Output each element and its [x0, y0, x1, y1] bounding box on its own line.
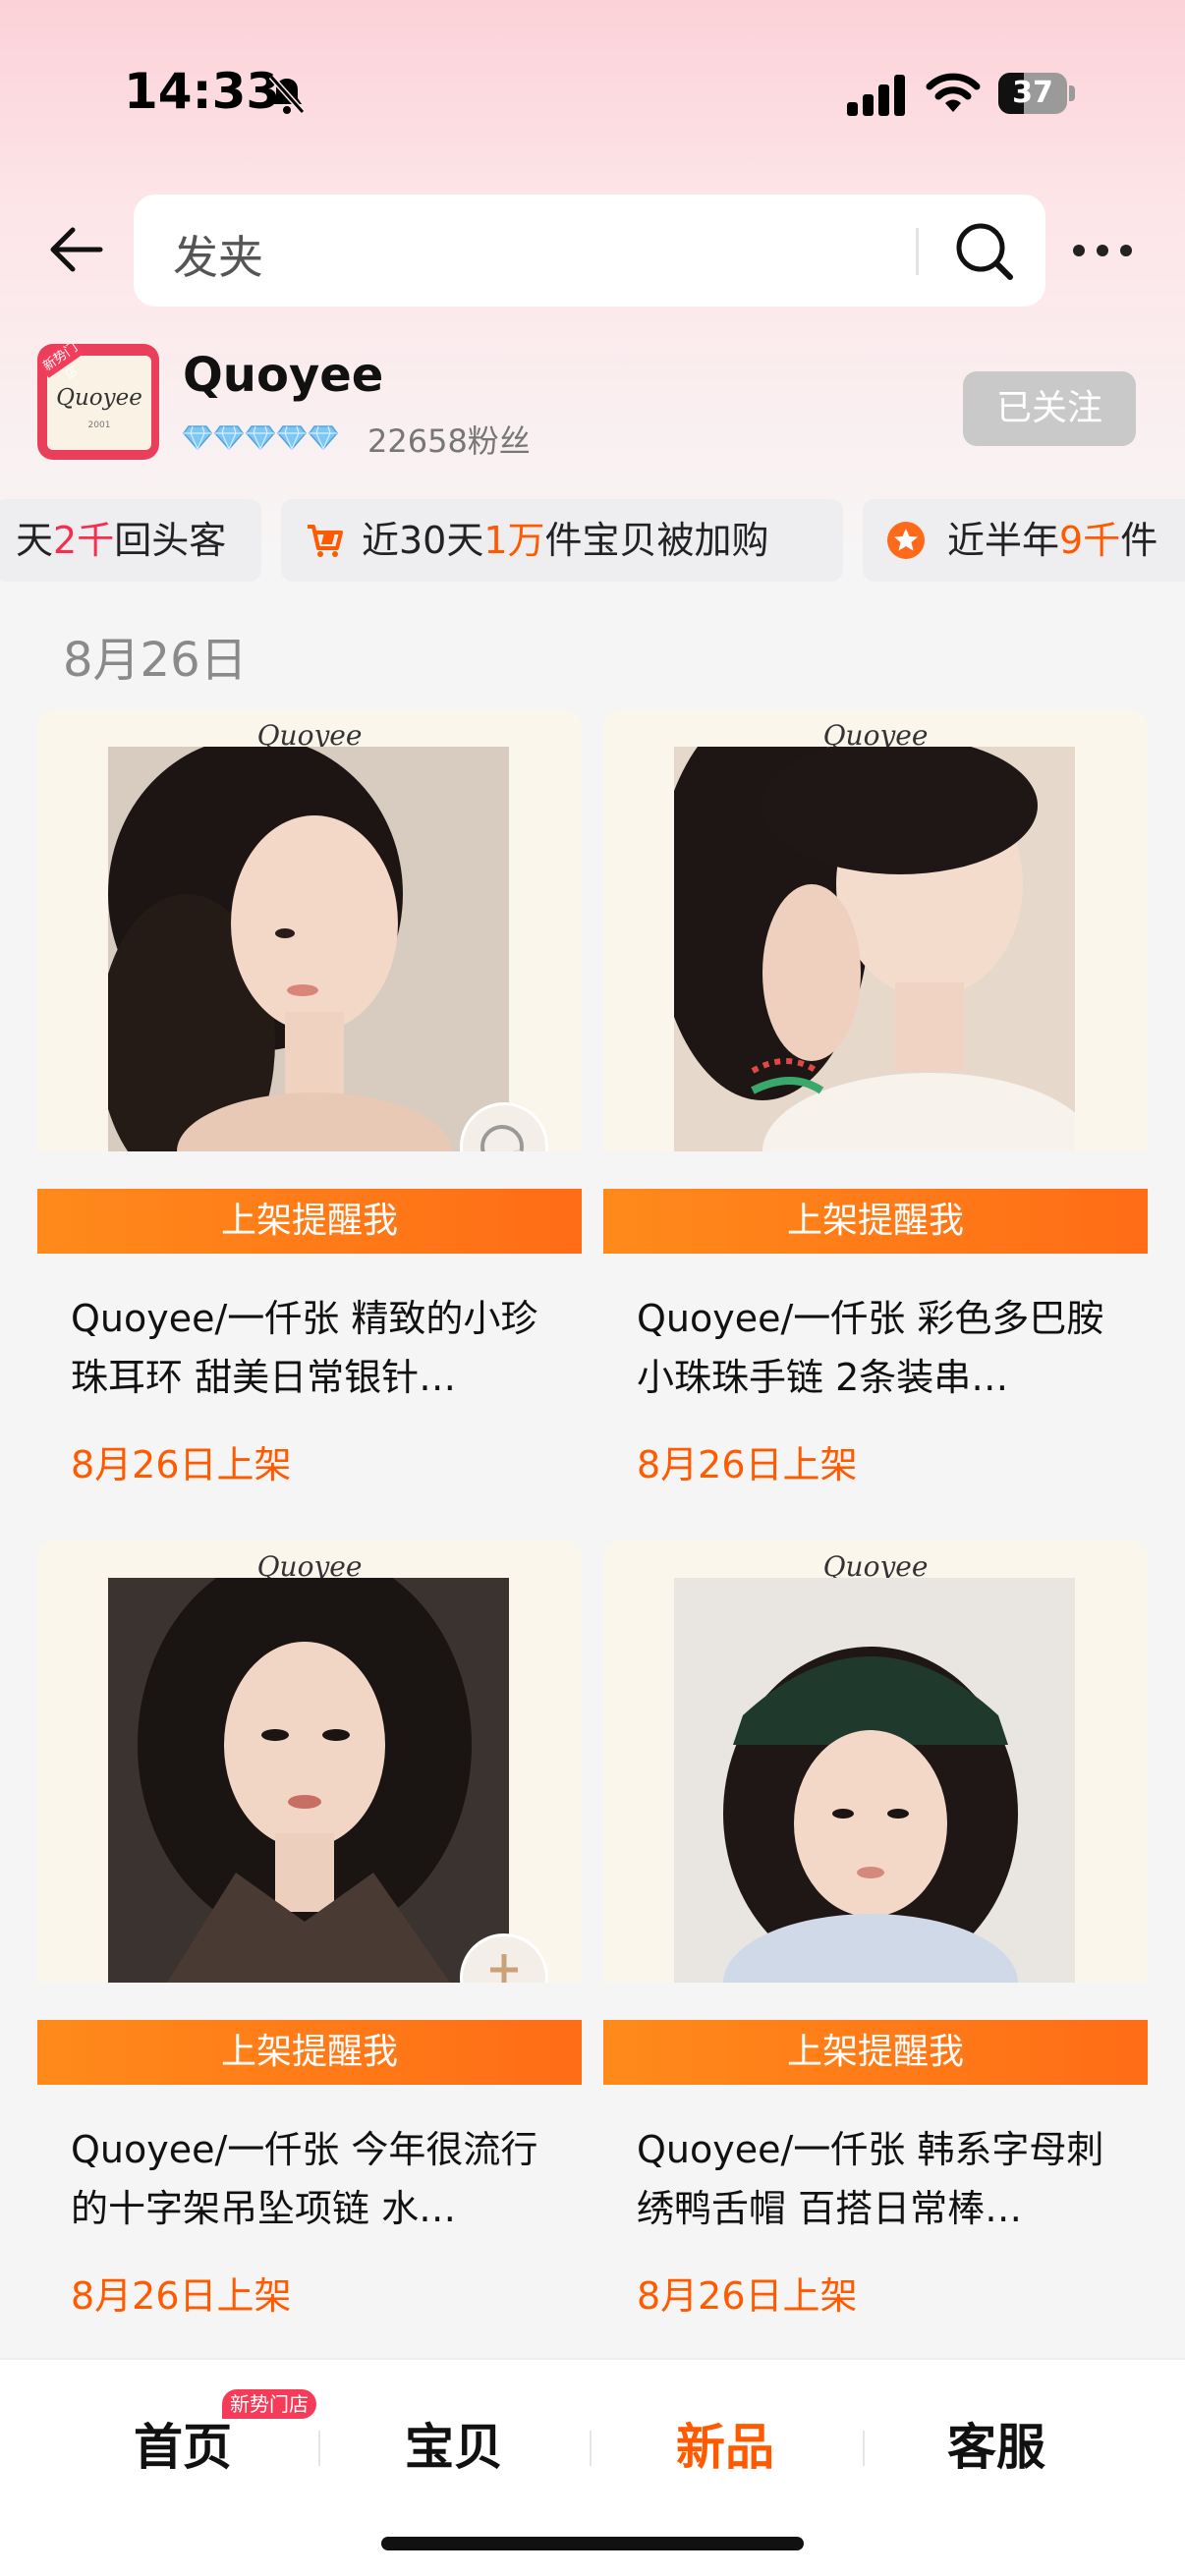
- wifi-icon: [926, 73, 981, 112]
- shop-stats-row: 天2千回头客 近30天1万件宝贝被加购 近半年9千件: [0, 499, 1185, 582]
- search-input[interactable]: 发夹: [134, 195, 1045, 307]
- product-card[interactable]: Quoyee: [603, 1540, 1148, 1983]
- search-query: 发夹: [173, 231, 263, 284]
- product-title[interactable]: Quoyee/一仟张 今年很流行的十字架吊坠项链 水…: [71, 2120, 562, 2238]
- product-launch-date: 8月26日上架: [71, 1443, 292, 1486]
- shop-logo-subtext: 2001: [87, 420, 111, 430]
- fans-count: 22658粉丝: [367, 422, 531, 460]
- diamond-icon: [277, 424, 307, 451]
- product-image: [108, 747, 509, 1151]
- battery-percent: 37: [1012, 76, 1053, 110]
- product-thumb: [460, 1933, 548, 1983]
- status-bar: 14:33 37: [0, 0, 1185, 187]
- shop-name[interactable]: Quoyee: [183, 348, 383, 403]
- product-title[interactable]: Quoyee/一仟张 韩系字母刺绣鸭舌帽 百搭日常棒…: [637, 2120, 1128, 2238]
- more-options-icon[interactable]: [1073, 236, 1132, 265]
- date-header: 8月26日: [63, 633, 248, 688]
- product-launch-date: 8月26日上架: [637, 2274, 858, 2318]
- diamond-icon: [309, 424, 338, 451]
- diamond-icon: [183, 424, 212, 451]
- follow-button[interactable]: 已关注: [963, 371, 1136, 446]
- tab-new-arrivals[interactable]: 新品: [627, 2413, 823, 2482]
- tab-home-badge: 新势门店: [222, 2389, 316, 2419]
- stat-chip-cart-adds[interactable]: 近30天1万件宝贝被加购: [281, 499, 843, 582]
- product-launch-date: 8月26日上架: [637, 1443, 858, 1486]
- product-title[interactable]: Quoyee/一仟张 彩色多巴胺小珠珠手链 2条装串…: [637, 1289, 1128, 1407]
- silent-bell-icon: [268, 75, 306, 114]
- diamond-icon: [214, 424, 244, 451]
- product-image: [674, 1578, 1075, 1983]
- tab-products[interactable]: 宝贝: [356, 2413, 552, 2482]
- remind-me-button[interactable]: 上架提醒我: [603, 1189, 1148, 1254]
- tab-separator: [590, 2431, 592, 2466]
- tab-separator: [863, 2431, 865, 2466]
- product-card[interactable]: Quoyee: [603, 709, 1148, 1151]
- shop-rating-diamonds: [183, 424, 340, 454]
- product-image: [108, 1578, 509, 1983]
- diamond-icon: [246, 424, 275, 451]
- cellular-signal-icon: [847, 73, 908, 116]
- product-image: [674, 747, 1075, 1151]
- shop-logo[interactable]: Quoyee 2001 新势门店: [37, 344, 159, 460]
- product-title[interactable]: Quoyee/一仟张 精致的小珍珠耳环 甜美日常银针…: [71, 1289, 562, 1407]
- product-card[interactable]: Quoyee: [37, 1540, 582, 1983]
- search-divider: [916, 228, 919, 275]
- star-badge-icon: [887, 522, 925, 559]
- remind-me-button[interactable]: 上架提醒我: [37, 2020, 582, 2085]
- shop-logo-text: Quoyee: [56, 385, 142, 411]
- search-icon[interactable]: [951, 218, 1016, 283]
- cart-icon: [308, 525, 343, 557]
- remind-me-button[interactable]: 上架提醒我: [603, 2020, 1148, 2085]
- product-launch-date: 8月26日上架: [71, 2274, 292, 2318]
- product-thumb: [460, 1102, 548, 1151]
- remind-me-button[interactable]: 上架提醒我: [37, 1189, 582, 1254]
- tab-home[interactable]: 首页: [85, 2413, 281, 2482]
- stat-chip-returning-customers[interactable]: 天2千回头客: [0, 499, 261, 582]
- back-arrow-icon[interactable]: [45, 218, 108, 281]
- stat-chip-half-year[interactable]: 近半年9千件: [863, 499, 1185, 582]
- tab-separator: [318, 2431, 320, 2466]
- status-time: 14:33: [124, 63, 281, 120]
- product-card[interactable]: Quoyee: [37, 709, 582, 1151]
- tab-customer-service[interactable]: 客服: [898, 2413, 1095, 2482]
- battery-icon: 37: [998, 73, 1075, 114]
- home-indicator[interactable]: [381, 2537, 804, 2550]
